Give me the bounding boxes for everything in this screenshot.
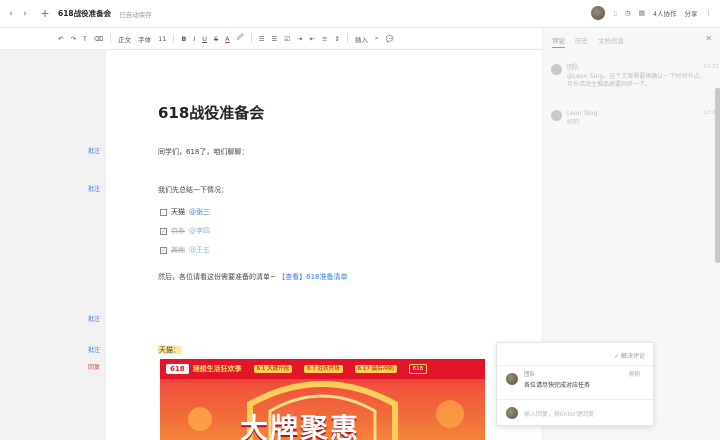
add-icon[interactable]: + [38, 7, 52, 21]
resolve-comment-button[interactable]: ✓ 解决评论 [614, 351, 645, 360]
comment-text: 好的 [567, 118, 580, 126]
comment-text: 各位请尽快完成对应任务 [524, 382, 591, 389]
font-select[interactable]: 字体 [138, 34, 151, 44]
more-icon[interactable]: ⋮ [706, 9, 713, 17]
top-bar: ‹ › + 618战役准备会 已自动保存 ▯ ◷ ▤ 4人协作 分享 ⋮ [0, 0, 720, 28]
task-label: 京东 [171, 227, 185, 235]
tab-doc-info[interactable]: 文档信息 [598, 35, 624, 48]
doc-title: 618战役准备会 [58, 9, 112, 18]
bold-button[interactable]: B [181, 35, 186, 43]
comment-popup: ✓ 解决评论 团队 刚刚 各位请尽快完成对应任务 输入回复，按Enter键回复 [496, 342, 654, 426]
task-item[interactable]: 天猫 @张三 [160, 207, 210, 217]
task-label: 其他 [171, 246, 185, 254]
avatar [506, 373, 518, 385]
comment-item[interactable]: 10:35 Leon Tang 好的 [551, 110, 719, 127]
checklist-link[interactable]: 【查看】618准备清单 [278, 273, 347, 281]
comment-marker[interactable]: 批注 [88, 184, 100, 193]
tab-history[interactable]: 历史 [575, 35, 588, 48]
reply-marker[interactable]: 回复 [88, 362, 100, 371]
comment-marker[interactable]: 批注 [88, 146, 100, 155]
ordered-list-icon[interactable]: ☰ [271, 35, 277, 43]
highlight-button[interactable]: 🖉 [237, 33, 244, 44]
checkbox[interactable] [160, 208, 167, 216]
save-status: 已自动保存 [119, 10, 152, 19]
user-avatar[interactable] [591, 6, 606, 20]
paragraph[interactable]: 然后，各位请看这份需要准备的清单~ 【查看】618准备清单 [158, 272, 347, 282]
mention[interactable]: @李四 [189, 226, 210, 236]
find-icon[interactable]: ⌕ [375, 34, 379, 43]
doc-heading[interactable]: 618战役准备会 [158, 102, 264, 123]
line-spacing-icon[interactable]: ↕ [334, 35, 339, 43]
divider [497, 399, 653, 400]
share-button[interactable]: 分享 [685, 8, 698, 18]
reply-input[interactable]: 输入回复，按Enter键回复 [524, 409, 594, 418]
outdent-icon[interactable]: ⇤ [310, 35, 315, 43]
top-right-actions: ▯ ◷ ▤ 4人协作 分享 ⋮ [591, 6, 712, 20]
banner-big-text: 大牌聚惠 [240, 412, 361, 440]
task-item[interactable]: ✓ 京东 @李四 [160, 226, 210, 236]
panel-tabs: 评论 历史 文档信息 [543, 28, 720, 48]
comment-time: 刚刚 [629, 372, 641, 378]
comment-author: Leon Tang [567, 110, 598, 117]
underline-button[interactable]: U [202, 35, 207, 43]
strike-button[interactable]: S [214, 35, 218, 43]
mention[interactable]: @王五 [189, 245, 210, 255]
undo-icon[interactable]: ↶ [58, 35, 63, 43]
align-icon[interactable]: ≡ [322, 35, 327, 43]
tab-comments[interactable]: 评论 [552, 35, 565, 48]
indent-icon[interactable]: ⇥ [297, 35, 302, 43]
italic-button[interactable]: I [193, 35, 195, 43]
font-color-button[interactable]: A [225, 35, 229, 43]
divider [346, 34, 348, 43]
comment-item[interactable]: 10:21 团队 @Leon Tang，这个文案需要再确认一下时间节点，另外活动… [551, 64, 719, 90]
comment-panel-icon[interactable]: ▤ [639, 9, 645, 17]
divider [110, 34, 112, 43]
comment-author: 团队 [567, 64, 580, 71]
lock-icon[interactable]: ▯ [613, 9, 617, 17]
comment-marker[interactable]: 批注 [88, 345, 100, 354]
avatar [551, 64, 562, 75]
comment-marker[interactable]: 批注 [88, 314, 100, 323]
comment-author: 团队 [524, 372, 536, 378]
divider [497, 365, 653, 366]
comment-text: @Leon Tang，这个文案需要再确认一下时间节点，另外活动主推品类要同步一下… [567, 72, 706, 89]
clock-icon[interactable]: ◷ [625, 9, 631, 17]
comment-time: 10:21 [703, 64, 719, 70]
scrollbar[interactable] [715, 88, 720, 263]
highlighted-text: 天猫： [158, 346, 181, 354]
comment-tool-icon[interactable]: 💬 [386, 35, 394, 43]
paragraph-text: 然后，各位请看这份需要准备的清单~ [158, 273, 276, 281]
divider [173, 34, 175, 43]
checkbox-checked[interactable]: ✓ [160, 227, 167, 235]
back-icon[interactable]: ‹ [4, 7, 18, 21]
highlight-paragraph[interactable]: 天猫： [158, 345, 181, 355]
style-select[interactable]: 正文 [118, 34, 131, 44]
paragraph[interactable]: 我们先总结一下情况： [158, 185, 228, 195]
redo-icon[interactable]: ↷ [70, 35, 75, 43]
clear-format-icon[interactable]: ⌫ [94, 35, 103, 43]
checklist-icon[interactable]: ☑ [284, 35, 290, 43]
paragraph[interactable]: 同学们，618了，咱们聊聊： [158, 147, 248, 157]
task-item[interactable]: ✓ 其他 @王五 [160, 245, 210, 255]
checkbox-checked[interactable]: ✓ [160, 246, 167, 254]
mention[interactable]: @张三 [189, 207, 210, 217]
promo-banner-image[interactable]: 618 理想生活狂欢季 6.1 大牌开抢 6.7 狂欢开场 6.17 最后冲刺 … [160, 359, 485, 440]
bullet-list-icon[interactable]: ☰ [259, 35, 265, 43]
format-painter-icon[interactable]: T [83, 35, 87, 43]
task-label: 天猫 [171, 208, 185, 216]
close-icon[interactable]: ✕ [705, 34, 712, 43]
collab-button[interactable]: 4人协作 [653, 8, 677, 18]
insert-menu[interactable]: 插入 [355, 34, 368, 44]
size-select[interactable]: 11 [158, 35, 166, 43]
divider [250, 34, 252, 43]
forward-icon[interactable]: › [18, 7, 32, 21]
avatar [551, 110, 562, 121]
avatar [506, 407, 518, 419]
